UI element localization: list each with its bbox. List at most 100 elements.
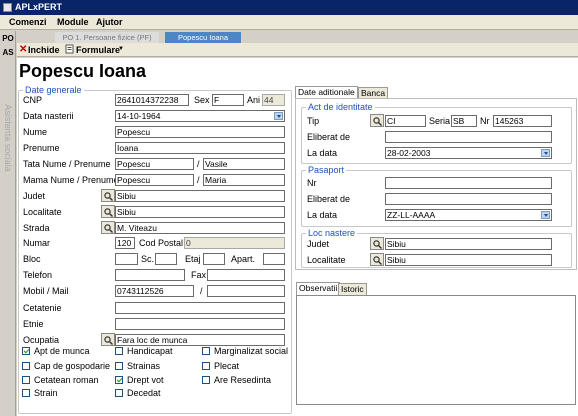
module-sidebar: PO AS Asistenta sociala <box>0 31 16 416</box>
decedat-checkbox[interactable] <box>115 389 123 397</box>
ocupatia-search-button[interactable] <box>101 333 115 346</box>
handicapat-label: Handicapat <box>127 346 173 356</box>
mobil-label: Mobil / Mail <box>23 286 69 296</box>
chevron-down-icon[interactable] <box>541 149 550 157</box>
tata-prenume-field[interactable]: Vasile <box>203 158 285 170</box>
localitate-field[interactable]: Sibiu <box>115 206 285 218</box>
tip-field[interactable]: CI <box>385 115 426 127</box>
dob-label: Data nasterii <box>23 111 74 121</box>
nr-field[interactable]: 145263 <box>493 115 552 127</box>
fax-field[interactable] <box>207 269 285 281</box>
prenume-field[interactable]: Ioana <box>115 142 285 154</box>
strain-checkbox[interactable] <box>22 389 30 397</box>
act-date-select[interactable]: 28-02-2003 <box>385 147 552 159</box>
observations-textarea[interactable] <box>296 295 576 405</box>
localitate-search-button[interactable] <box>101 205 115 218</box>
menu-module[interactable]: Module <box>57 17 89 27</box>
birth-judet-label: Judet <box>307 239 330 249</box>
numar-field[interactable]: 120 <box>115 237 135 249</box>
passport-data-label: La data <box>307 210 338 220</box>
birth-judet-search-button[interactable] <box>370 237 384 250</box>
chevron-down-icon[interactable] <box>274 112 283 120</box>
scara-field[interactable] <box>155 253 177 265</box>
chevron-down-icon[interactable]: ▼ <box>118 46 124 52</box>
are-resedinta-checkbox[interactable] <box>202 376 210 384</box>
eliberat-field[interactable] <box>385 131 552 143</box>
marginalizat-social-checkbox[interactable] <box>202 347 210 355</box>
plecat-checkbox[interactable] <box>202 362 210 370</box>
forms-button[interactable]: Formulare <box>76 45 120 55</box>
search-icon <box>373 256 382 265</box>
tab-observatii[interactable]: Observatii <box>296 282 341 295</box>
passport-nr-label: Nr <box>307 178 317 188</box>
etnie-field[interactable] <box>115 318 285 330</box>
general-data-legend: Date generale <box>25 85 82 95</box>
judet-label: Judet <box>23 191 46 201</box>
tab-popescu-ioana[interactable]: Popescu Ioana <box>165 32 241 43</box>
passport-eliberat-field[interactable] <box>385 193 552 205</box>
dob-select[interactable]: 14-10-1964 <box>115 110 285 122</box>
strada-search-button[interactable] <box>101 221 115 234</box>
eliberat-label: Eliberat de <box>307 132 351 142</box>
menu-comenzi[interactable]: Comenzi <box>9 17 47 27</box>
apartament-field[interactable] <box>263 253 285 265</box>
tab-persoane-fizice[interactable]: PO 1. Persoane fizice (PF) <box>55 32 159 43</box>
etaj-field[interactable] <box>203 253 225 265</box>
cod-postal-field: 0 <box>184 237 285 249</box>
apartament-label: Apart. <box>231 254 256 264</box>
mama-label: Mama Nume / Prenume <box>23 175 119 185</box>
cetatean-roman-checkbox[interactable] <box>22 376 30 384</box>
passport-nr-field[interactable] <box>385 177 552 189</box>
nr-label: Nr <box>480 116 490 126</box>
mail-field[interactable] <box>207 285 285 297</box>
mobil-field[interactable]: 0743112526 <box>115 285 194 297</box>
drept-vot-checkbox[interactable] <box>115 376 123 384</box>
tata-nume-field[interactable]: Popescu <box>115 158 194 170</box>
birth-judet-field[interactable]: Sibiu <box>385 238 552 250</box>
judet-search-button[interactable] <box>101 189 115 202</box>
strainas-checkbox[interactable] <box>115 362 123 370</box>
chevron-down-icon[interactable] <box>541 211 550 219</box>
cap-de-gospodarie-checkbox[interactable] <box>22 362 30 370</box>
prenume-label: Prenume <box>23 143 60 153</box>
cetatenie-field[interactable] <box>115 302 285 314</box>
content-area: Popescu Ioana Date generale CNP 26410143… <box>17 58 578 416</box>
seria-label: Seria <box>429 116 451 126</box>
judet-field[interactable]: Sibiu <box>115 190 285 202</box>
tip-search-button[interactable] <box>370 114 384 127</box>
etaj-label: Etaj <box>185 254 201 264</box>
module-po-button[interactable]: PO <box>0 32 16 45</box>
passport-date-select[interactable]: ZZ-LL-AAAA <box>385 209 552 221</box>
nume-field[interactable]: Popescu <box>115 126 285 138</box>
mama-prenume-field[interactable]: Maria <box>203 174 285 186</box>
seria-field[interactable]: SB <box>451 115 477 127</box>
telefon-label: Telefon <box>23 270 53 280</box>
localitate-label: Localitate <box>23 207 62 217</box>
apt-de-munca-checkbox[interactable] <box>22 347 30 355</box>
ocupatia-field[interactable]: Fara loc de munca <box>115 334 285 346</box>
search-icon <box>104 208 113 217</box>
drept-vot-label: Drept vot <box>127 375 164 385</box>
mama-nume-field[interactable]: Popescu <box>115 174 194 186</box>
cnp-label: CNP <box>23 95 43 105</box>
id-document-legend: Act de identitate <box>308 102 373 112</box>
handicapat-checkbox[interactable] <box>115 347 123 355</box>
birth-localitate-field[interactable]: Sibiu <box>385 254 552 266</box>
bloc-field[interactable] <box>115 253 138 265</box>
cetatenie-label: Cetatenie <box>23 303 62 313</box>
sex-field[interactable]: F <box>212 94 244 106</box>
strada-field[interactable]: M. Viteazu <box>115 222 285 234</box>
birth-localitate-search-button[interactable] <box>370 253 384 266</box>
search-icon <box>373 240 382 249</box>
telefon-field[interactable] <box>115 269 185 281</box>
strada-label: Strada <box>23 223 50 233</box>
scara-label: Sc. <box>141 254 155 264</box>
module-vertical-label[interactable]: Asistenta sociala <box>0 93 16 183</box>
sex-label: Sex <box>194 95 210 105</box>
cnp-field[interactable]: 2641014372238 <box>115 94 189 106</box>
tab-istoric[interactable]: Istoric <box>338 283 367 295</box>
menu-ajutor[interactable]: Ajutor <box>96 17 123 27</box>
close-button[interactable]: Inchide <box>28 45 60 55</box>
module-as-button[interactable]: AS <box>0 46 16 59</box>
etnie-label: Etnie <box>23 319 44 329</box>
